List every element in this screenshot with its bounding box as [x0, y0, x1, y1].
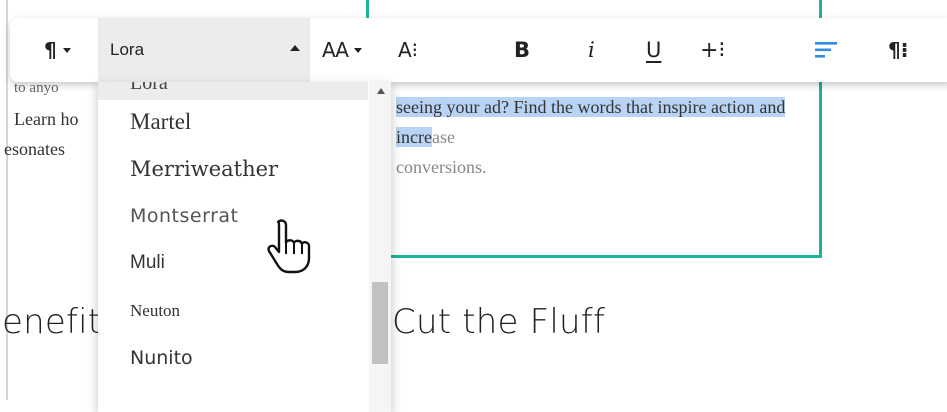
formatting-toolbar: ¶ Lora AA A⁝ B i U +⁝ ¶⁝: [10, 18, 947, 82]
heading-fragment-left: enefit: [2, 302, 102, 342]
paragraph-style-button[interactable]: ¶: [44, 18, 71, 82]
italic-button[interactable]: i: [588, 18, 595, 82]
font-option-lora[interactable]: Lora: [98, 82, 368, 100]
unselected-text: ase: [431, 127, 455, 147]
bold-button[interactable]: B: [514, 18, 530, 82]
chevron-down-icon: [353, 47, 362, 53]
dropdown-scrollbar[interactable]: [369, 82, 391, 412]
scroll-up-arrow-icon[interactable]: [377, 88, 385, 94]
left-text-line-2: Learn ho: [14, 109, 79, 129]
chevron-up-icon: [290, 45, 300, 51]
line-height-button[interactable]: A⁝: [398, 18, 418, 82]
font-option-montserrat[interactable]: Montserrat: [98, 193, 368, 239]
scrollbar-thumb[interactable]: [372, 282, 388, 364]
font-option-muli[interactable]: Muli: [98, 240, 368, 286]
font-option-merriweather[interactable]: Merriweather: [98, 146, 368, 192]
italic-icon: i: [588, 38, 595, 62]
heading-fragment-right: Cut the Fluff: [392, 302, 606, 342]
hand-pointer-cursor-icon: [267, 219, 311, 274]
align-left-icon: [815, 42, 837, 58]
box-paragraph[interactable]: seeing your ad? Find the words that insp…: [396, 92, 796, 182]
font-family-value: Lora: [110, 40, 145, 59]
font-option-martel[interactable]: Martel: [98, 99, 368, 145]
font-option-nunito[interactable]: Nunito: [98, 335, 368, 381]
plus-icon: +⁝: [700, 37, 726, 63]
chevron-down-icon: [62, 47, 71, 53]
line-height-icon: A⁝: [398, 38, 419, 62]
font-size-button[interactable]: AA: [322, 18, 362, 82]
font-size-icon: AA: [322, 38, 349, 62]
align-left-button[interactable]: [814, 18, 838, 82]
font-option-neuton[interactable]: Neuton: [98, 288, 368, 334]
bold-icon: B: [514, 38, 531, 62]
left-text-line-3: esonates: [4, 139, 65, 159]
underline-icon: U: [646, 38, 662, 62]
font-family-dropdown[interactable]: Lora Martel Merriweather Montserrat Muli…: [98, 82, 391, 412]
paragraph-line-3: conversions.: [396, 157, 487, 177]
underline-button[interactable]: U: [646, 18, 661, 82]
paragraph-spacing-icon: ¶⁝: [888, 38, 909, 62]
insert-more-button[interactable]: +⁝: [700, 18, 725, 82]
font-family-select[interactable]: Lora: [98, 18, 310, 82]
paragraph-icon: ¶: [44, 38, 57, 62]
paragraph-spacing-button[interactable]: ¶⁝: [888, 18, 908, 82]
